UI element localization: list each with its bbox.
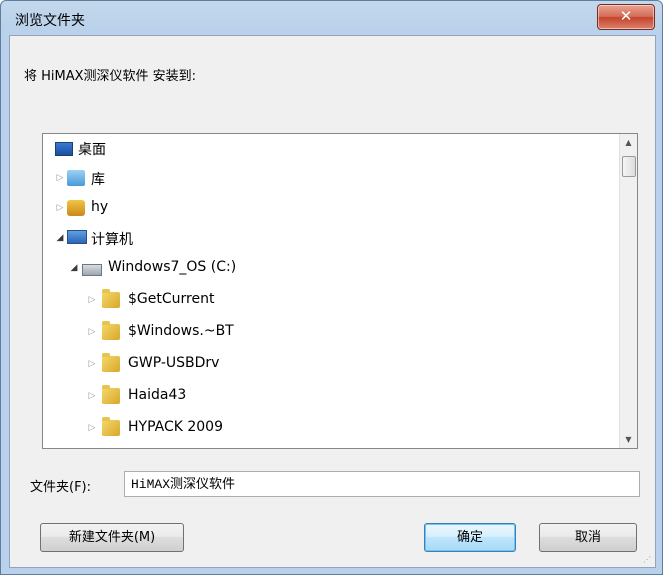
folder-field-label: 文件夹(F): [30,480,92,495]
expand-arrow-icon[interactable]: ▷ [87,423,97,433]
expand-arrow-icon[interactable]: ▷ [87,391,97,401]
tree-item-folder[interactable]: ▷ $GetCurrent [47,286,617,316]
tree-scrollbar[interactable]: ▲ ▼ [619,134,637,448]
tree-item-folder[interactable]: ▷ GWP-USBDrv [47,350,617,380]
install-prompt: 将 HiMAX测深仪软件 安装到: [24,69,197,84]
folder-icon [102,385,120,404]
scroll-up-icon[interactable]: ▲ [620,134,637,151]
title-bar[interactable]: 浏览文件夹 ✕ [1,1,662,35]
drive-icon [82,264,102,276]
tree-item-label: 计算机 [91,232,133,248]
tree-item-folder[interactable]: ▷ $Windows.~BT [47,318,617,348]
ok-button[interactable]: 确定 [424,523,516,552]
tree-item-label: Haida43 [128,387,187,403]
collapse-arrow-icon[interactable]: ◢ [69,263,79,273]
tree-item-folder[interactable]: ▷ Haida43 [47,382,617,412]
folder-tree[interactable]: 桌面 ▷ 库 ▷ hy ◢ 计算机 ◢ Windows7_OS (C:) ▷ $… [42,133,638,449]
scroll-thumb[interactable] [622,156,636,177]
expand-arrow-icon[interactable]: ▷ [55,173,65,183]
dialog-title: 浏览文件夹 [15,13,85,29]
new-folder-button[interactable]: 新建文件夹(M) [40,523,184,552]
tree-item-c-drive[interactable]: ◢ Windows7_OS (C:) [47,254,617,284]
expand-arrow-icon[interactable]: ▷ [87,327,97,337]
tree-item-label: HYPACK 2009 [128,419,223,435]
tree-item-label: $GetCurrent [128,291,215,307]
tree-item-label: Windows7_OS (C:) [108,259,237,275]
folder-icon [102,417,120,436]
library-icon [67,170,85,186]
tree-item-hy[interactable]: ▷ hy [47,194,617,224]
tree-item-desktop[interactable]: 桌面 [47,134,617,164]
folder-icon [102,353,120,372]
folder-icon [102,289,120,308]
collapse-arrow-icon[interactable]: ◢ [55,233,65,243]
resize-grip-icon[interactable]: ⋰ [643,555,653,565]
browse-folder-dialog: 浏览文件夹 ✕ 将 HiMAX测深仪软件 安装到: 桌面 ▷ 库 ▷ hy ◢ … [0,0,663,575]
tree-item-label: 桌面 [78,142,106,158]
expand-arrow-icon[interactable]: ▷ [87,359,97,369]
user-folder-icon [67,200,85,216]
tree-item-label: 库 [91,172,105,188]
tree-item-label: GWP-USBDrv [128,355,220,371]
close-button[interactable]: ✕ [597,4,655,30]
tree-item-library[interactable]: ▷ 库 [47,164,617,194]
desktop-icon [55,142,73,156]
dialog-body: 将 HiMAX测深仪软件 安装到: 桌面 ▷ 库 ▷ hy ◢ 计算机 ◢ Wi… [9,35,656,568]
tree-item-folder[interactable]: ▷ HYPACK 2009 [47,414,617,444]
expand-arrow-icon[interactable]: ▷ [87,295,97,305]
tree-item-label: hy [91,199,109,215]
tree-item-label: $Windows.~BT [128,323,234,339]
expand-arrow-icon[interactable]: ▷ [55,203,65,213]
scroll-down-icon[interactable]: ▼ [620,431,637,448]
computer-icon [67,230,87,244]
folder-icon [102,321,120,340]
cancel-button[interactable]: 取消 [539,523,637,552]
tree-item-computer[interactable]: ◢ 计算机 [47,224,617,254]
close-icon: ✕ [619,7,633,25]
folder-name-input[interactable]: HiMAX测深仪软件 [124,471,640,497]
